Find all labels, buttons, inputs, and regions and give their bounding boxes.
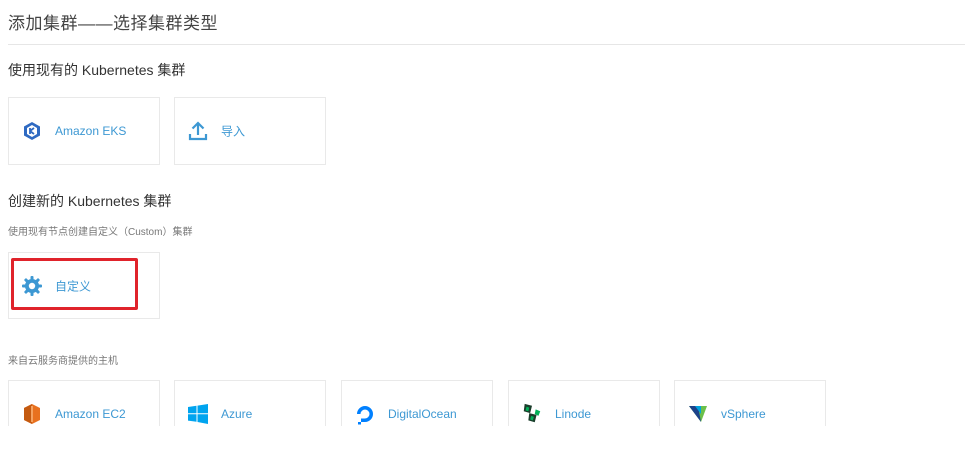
card-label: Amazon EC2 — [55, 407, 126, 421]
digitalocean-icon — [354, 403, 376, 425]
upload-icon — [187, 120, 209, 142]
card-label: DigitalOcean — [388, 407, 457, 421]
ec2-icon — [21, 403, 43, 425]
card-label: vSphere — [721, 407, 766, 421]
card-amazon-eks[interactable]: Amazon EKS — [8, 97, 160, 165]
card-label: Amazon EKS — [55, 124, 127, 138]
highlight-annotation — [11, 258, 138, 310]
section-title-existing: 使用现有的 Kubernetes 集群 — [8, 62, 186, 78]
section-title-create: 创建新的 Kubernetes 集群 — [8, 193, 172, 209]
vsphere-icon — [687, 403, 709, 425]
card-label: Linode — [555, 407, 592, 421]
title-divider — [8, 44, 965, 45]
eks-icon — [21, 120, 43, 142]
card-import[interactable]: 导入 — [174, 97, 326, 165]
page-title: 添加集群——选择集群类型 — [8, 14, 218, 33]
section-subtitle-cloud: 来自云服务商提供的主机 — [8, 356, 118, 367]
section-subtitle-custom: 使用现有节点创建自定义（Custom）集群 — [8, 227, 193, 238]
linode-icon — [521, 403, 543, 425]
azure-icon — [187, 403, 209, 425]
card-label: Azure — [221, 407, 253, 421]
bottom-crop — [0, 426, 967, 452]
card-label: 导入 — [221, 124, 246, 139]
